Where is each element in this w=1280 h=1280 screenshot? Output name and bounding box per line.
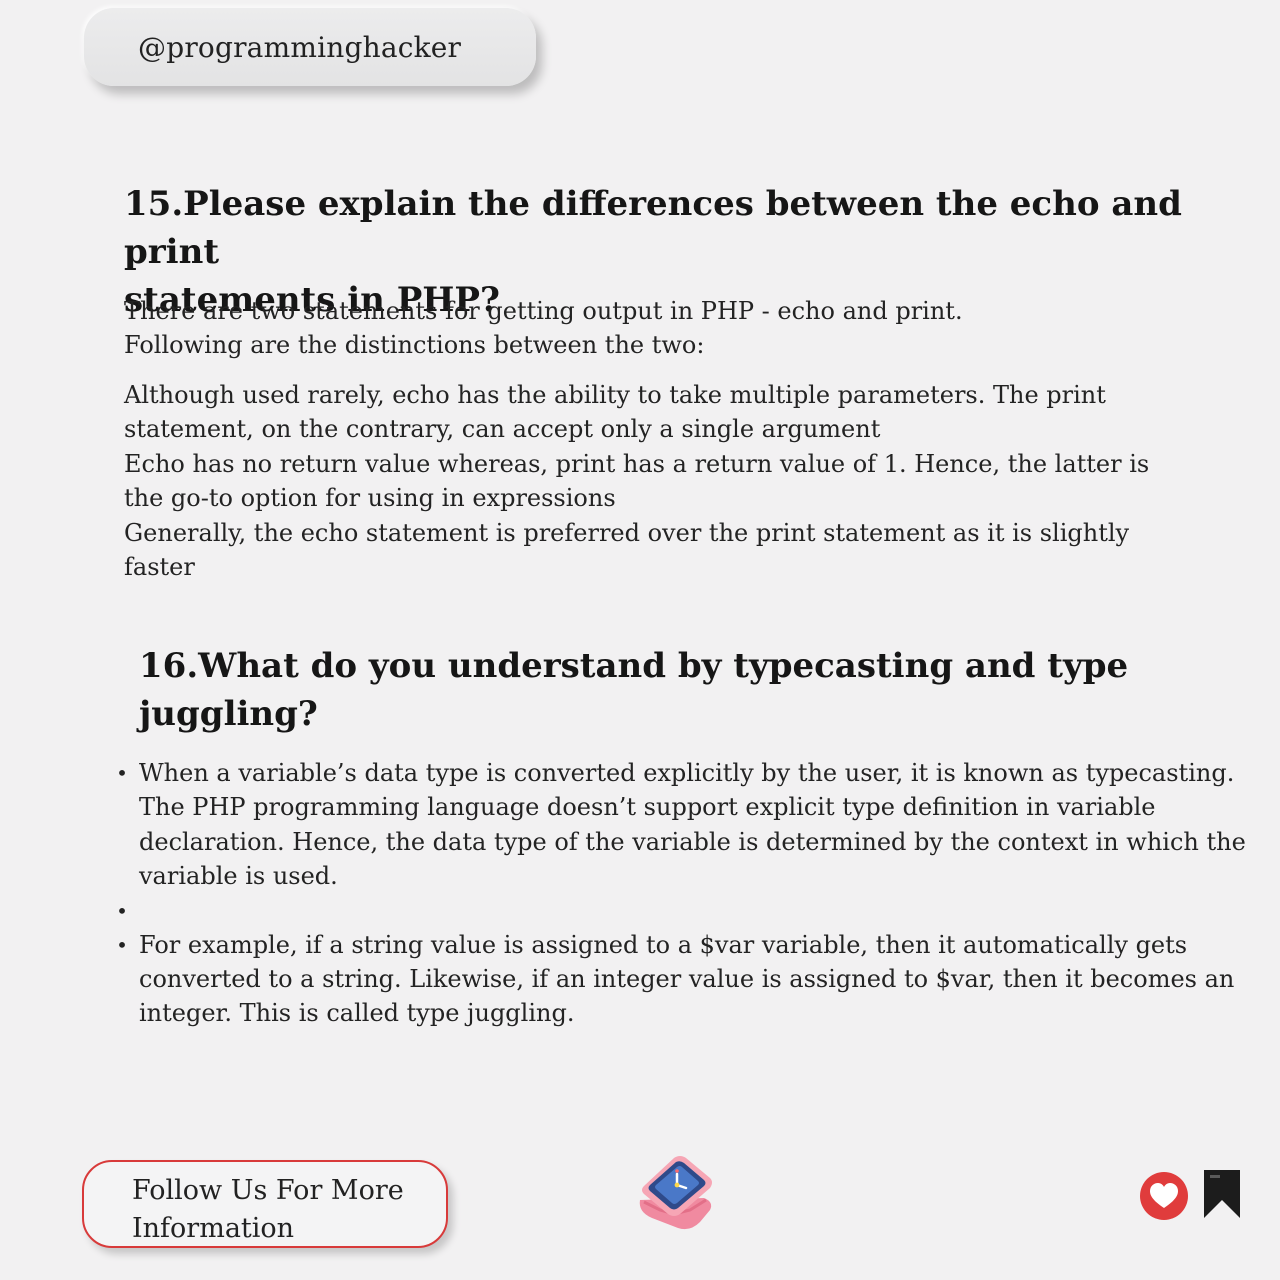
bullet-item: • For example, if a string value is assi… — [116, 928, 1259, 1031]
question-15-point: Echo has no return value whereas, print … — [124, 449, 1150, 513]
question-15-point: Generally, the echo statement is preferr… — [124, 518, 1130, 582]
question-16-title-line2: juggling? — [139, 694, 318, 734]
question-15-intro-line2: Following are the distinctions between t… — [124, 331, 705, 360]
bullet-dot: • — [116, 932, 128, 957]
handle-text: @programminghacker — [138, 30, 462, 64]
bullet-text: For example, if a string value is assign… — [139, 930, 1235, 1028]
question-16-title: 16.What do you understand by typecasting… — [139, 642, 1139, 738]
question-15-intro-line1: There are two statements for getting out… — [124, 297, 963, 325]
question-15-title-line1: 15.Please explain the differences betwee… — [124, 184, 1182, 272]
question-15-points: Although used rarely, echo has the abili… — [124, 378, 1154, 584]
bullet-item: • When a variable’s data type is convert… — [116, 756, 1259, 894]
smartwatch-logo-icon — [639, 1156, 712, 1230]
bullet-dot: • — [116, 761, 128, 785]
bullet-dot: • — [116, 898, 128, 923]
bullet-item-empty: • — [116, 894, 1259, 928]
question-16-bullet-list: • When a variable’s data type is convert… — [116, 756, 1259, 1031]
follow-us-label-line1: Follow Us For More — [132, 1175, 404, 1206]
question-15-intro: There are two statements for getting out… — [124, 294, 1244, 363]
heart-icon[interactable] — [1138, 1170, 1190, 1222]
follow-us-button[interactable]: Follow Us For More Information — [82, 1160, 448, 1248]
bullet-text: When a variable’s data type is converted… — [139, 759, 1246, 891]
question-15-point: Although used rarely, echo has the abili… — [124, 381, 1106, 444]
follow-us-label-line2: Information — [132, 1213, 295, 1244]
bookmark-icon[interactable] — [1202, 1168, 1242, 1220]
handle-badge[interactable]: @programminghacker — [84, 8, 536, 86]
question-16-title-line1: 16.What do you understand by typecasting… — [139, 646, 1129, 686]
